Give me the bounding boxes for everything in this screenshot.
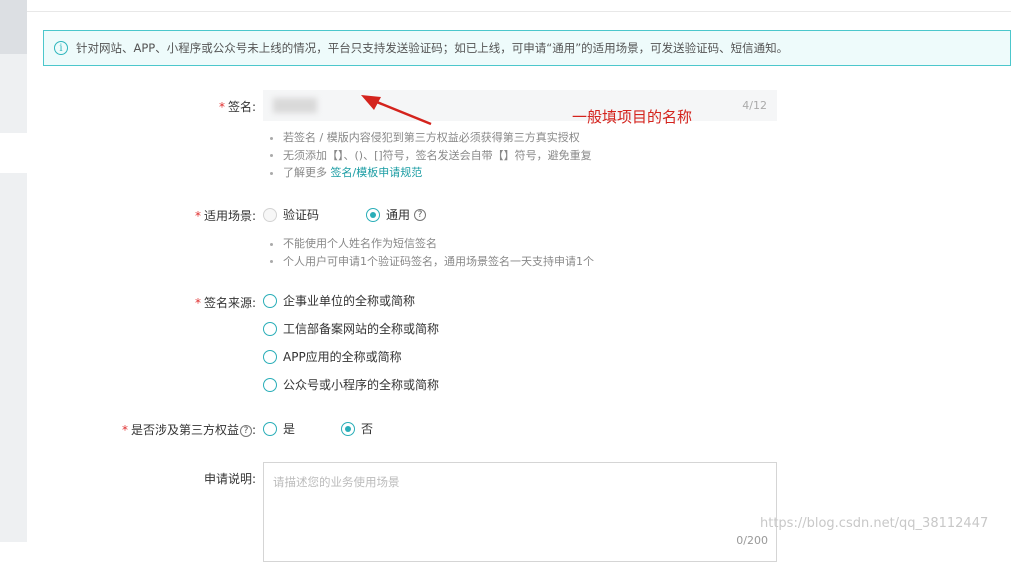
third-party-option-no[interactable]: 否 — [341, 420, 373, 437]
annotation-text: 一般填项目的名称 — [572, 108, 693, 126]
required-mark: * — [194, 209, 201, 223]
help-icon[interactable]: ? — [239, 424, 252, 437]
required-mark: * — [121, 423, 128, 437]
notice-text: 针对网站、APP、小程序或公众号未上线的情况，平台只支持发送验证码；如已上线，可… — [76, 41, 789, 55]
radio-button[interactable] — [263, 293, 277, 308]
radio-label: 企事业单位的全称或简称 — [283, 294, 416, 308]
source-option[interactable]: 公众号或小程序的全称或简称 — [263, 376, 439, 393]
divider — [27, 11, 1011, 12]
source-label: * 签名来源: — [195, 294, 256, 311]
signature-label: * 签名: — [219, 98, 256, 115]
hint-item: 无须添加【】、()、[]符号，签名发送会自带【】符号，避免重复 — [263, 147, 592, 165]
radio-label: 验证码 — [283, 208, 320, 222]
description-label-text: 申请说明: — [203, 472, 256, 486]
scenario-option-verify[interactable]: 验证码 — [263, 206, 319, 223]
radio-label: 否 — [361, 422, 374, 436]
radio-button[interactable] — [263, 377, 277, 392]
description-counter: 0/200 — [736, 534, 768, 547]
spec-link[interactable]: 签名/模板申请规范 — [331, 166, 423, 179]
radio-button[interactable] — [263, 207, 277, 222]
hint-item-learn-more: 了解更多 签名/模板申请规范 — [263, 164, 592, 182]
radio-button[interactable] — [263, 321, 277, 336]
signature-input[interactable]: 4/12 — [263, 90, 777, 121]
signature-hints: 若签名 / 模版内容侵犯到第三方权益必须获得第三方真实授权 无须添加【】、()、… — [263, 129, 592, 182]
help-icon[interactable]: ? — [414, 208, 427, 221]
learn-more-prefix: 了解更多 — [283, 166, 327, 179]
hint-item: 若签名 / 模版内容侵犯到第三方权益必须获得第三方真实授权 — [263, 129, 592, 147]
sidebar-top-block — [0, 0, 27, 54]
sidebar-gap — [0, 133, 27, 173]
sidebar-block — [0, 54, 27, 133]
signature-value — [273, 98, 317, 113]
required-mark: * — [194, 296, 201, 310]
notice-banner: i 针对网站、APP、小程序或公众号未上线的情况，平台只支持发送验证码；如已上线… — [43, 30, 1011, 66]
info-icon: i — [54, 41, 68, 55]
radio-label: 工信部备案网站的全称或简称 — [283, 322, 440, 336]
description-label: 申请说明: — [204, 470, 256, 487]
source-option[interactable]: 工信部备案网站的全称或简称 — [263, 320, 439, 337]
sidebar-block-lower — [0, 173, 27, 542]
required-mark: * — [218, 100, 225, 114]
radio-button[interactable] — [341, 421, 355, 436]
watermark: https://blog.csdn.net/qq_38112447 — [760, 516, 989, 531]
hint-item: 个人用户可申请1个验证码签名，通用场景签名一天支持申请1个 — [263, 253, 594, 271]
third-party-option-yes[interactable]: 是 — [263, 420, 295, 437]
source-option[interactable]: APP应用的全称或简称 — [263, 348, 402, 365]
signature-counter: 4/12 — [742, 99, 767, 112]
radio-button[interactable] — [366, 207, 380, 222]
description-textarea[interactable]: 请描述您的业务使用场景 0/200 — [263, 462, 777, 562]
scenario-label-text: 适用场景: — [203, 209, 256, 223]
radio-label: 公众号或小程序的全称或简称 — [283, 378, 440, 392]
description-placeholder: 请描述您的业务使用场景 — [273, 475, 400, 489]
third-party-label-text: 是否涉及第三方权益 — [130, 423, 239, 437]
scenario-hints: 不能使用个人姓名作为短信签名 个人用户可申请1个验证码签名，通用场景签名一天支持… — [263, 235, 594, 270]
radio-label: 是 — [283, 422, 296, 436]
source-option[interactable]: 企事业单位的全称或简称 — [263, 292, 415, 309]
radio-button[interactable] — [263, 421, 277, 436]
source-label-text: 签名来源: — [203, 296, 256, 310]
third-party-label: * 是否涉及第三方权益?: — [122, 421, 256, 438]
radio-label: APP应用的全称或简称 — [283, 350, 402, 364]
scenario-label: * 适用场景: — [195, 207, 256, 224]
hint-item: 不能使用个人姓名作为短信签名 — [263, 235, 594, 253]
radio-button[interactable] — [263, 349, 277, 364]
radio-label: 通用 — [386, 208, 411, 222]
signature-label-text: 签名: — [227, 100, 256, 114]
annotation-arrow — [361, 95, 432, 126]
label-colon: : — [251, 423, 256, 437]
scenario-option-general[interactable]: 通用 ? — [366, 206, 427, 223]
